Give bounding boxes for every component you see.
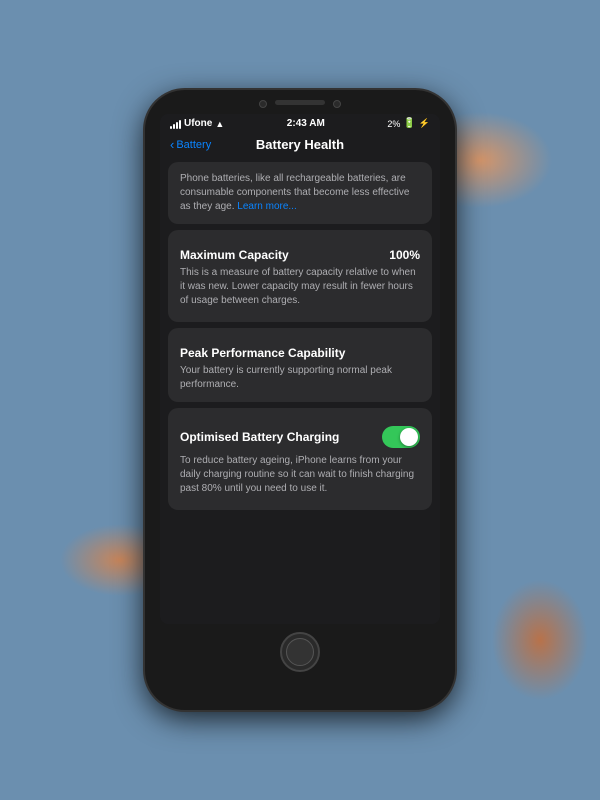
nav-bar: ‹ Battery Battery Health [160,131,440,156]
phone-top [161,90,440,108]
screen-content: Ufone ▲ 2:43 AM 2% 🔋 ⚡ ‹ Battery Battery… [160,114,440,624]
peak-title: Peak Performance Capability [180,338,420,364]
home-button[interactable] [280,632,320,672]
page-title: Battery Health [256,137,344,152]
intro-text: Phone batteries, like all rechargeable b… [180,172,420,214]
speaker-slot [275,100,325,105]
capacity-value: 100% [389,248,420,262]
camera-dot [259,100,267,108]
back-label: Battery [176,139,211,151]
battery-icon: 🔋 [403,118,415,129]
status-right: 2% 🔋 ⚡ [387,118,430,129]
signal-bar-4 [179,120,181,129]
content-area: Phone batteries, like all rechargeable b… [160,156,440,624]
capacity-label: Maximum Capacity [180,248,289,262]
home-button-inner [286,638,314,666]
peak-performance-section: Peak Performance Capability Your battery… [168,328,432,402]
carrier-label: Ufone [184,118,212,129]
status-left: Ufone ▲ [170,118,224,129]
signal-bar-3 [176,122,178,129]
optimised-charging-section: Optimised Battery Charging To reduce bat… [168,408,432,510]
status-time: 2:43 AM [287,118,325,129]
intro-section: Phone batteries, like all rechargeable b… [168,162,432,224]
optimise-description: To reduce battery ageing, iPhone learns … [180,454,420,500]
max-capacity-section: Maximum Capacity 100% This is a measure … [168,230,432,322]
capacity-description: This is a measure of battery capacity re… [180,266,420,312]
back-button[interactable]: ‹ Battery [170,137,211,152]
signal-bar-2 [173,124,175,129]
charging-icon: ⚡ [419,118,430,129]
phone-frame: Ufone ▲ 2:43 AM 2% 🔋 ⚡ ‹ Battery Battery… [145,90,455,710]
capacity-row: Maximum Capacity 100% [180,240,420,266]
signal-icon [170,119,181,129]
toggle-knob [400,428,418,446]
optimise-row: Optimised Battery Charging [180,418,420,454]
back-chevron-icon: ‹ [170,137,174,152]
optimise-label: Optimised Battery Charging [180,430,382,444]
learn-more-link[interactable]: Learn more... [237,201,296,212]
wifi-icon: ▲ [215,119,224,129]
optimised-charging-toggle[interactable] [382,426,420,448]
screen: Ufone ▲ 2:43 AM 2% 🔋 ⚡ ‹ Battery Battery… [160,114,440,624]
peak-description: Your battery is currently supporting nor… [180,364,420,392]
camera-dot-2 [333,100,341,108]
status-bar: Ufone ▲ 2:43 AM 2% 🔋 ⚡ [160,114,440,131]
battery-percent-label: 2% [387,119,400,129]
signal-bar-1 [170,126,172,129]
